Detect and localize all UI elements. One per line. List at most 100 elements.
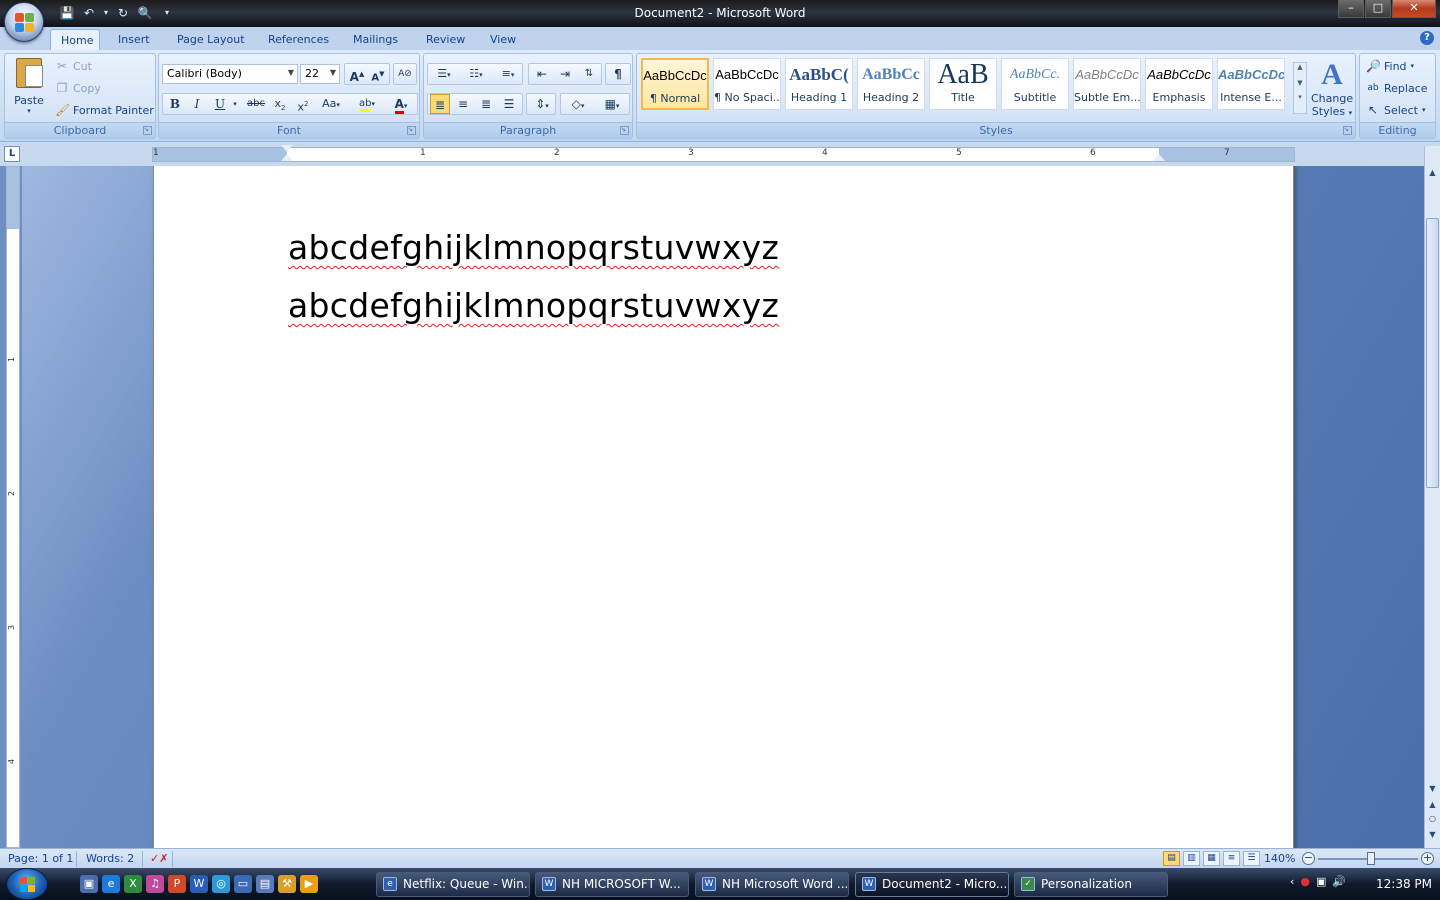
select-button[interactable]: ↖ Select ▾ xyxy=(1366,100,1425,120)
bullets-icon[interactable]: ☰▾ xyxy=(430,64,458,84)
shading-icon[interactable]: ◇▾ xyxy=(563,94,593,114)
font-family-combo[interactable]: Calibri (Body) ▼ xyxy=(162,64,298,84)
cut-button[interactable]: ✂ Cut xyxy=(55,56,92,76)
scroll-up-icon[interactable]: ▲ xyxy=(1426,166,1439,180)
style-subtle-emphasis[interactable]: AaBbCcDc Subtle Em... xyxy=(1073,58,1141,110)
align-right-icon[interactable]: ≣ xyxy=(476,94,496,114)
undo-icon[interactable]: ↶ xyxy=(80,4,98,22)
zoom-slider-knob[interactable] xyxy=(1367,852,1375,865)
tab-home[interactable]: Home xyxy=(50,29,100,50)
multilevel-list-icon[interactable]: ≡▾ xyxy=(494,64,522,84)
scrollbar-thumb[interactable] xyxy=(1426,218,1439,488)
justify-icon[interactable]: ☰ xyxy=(499,94,519,114)
numbering-icon[interactable]: ☷▾ xyxy=(462,64,490,84)
copy-button[interactable]: ❐ Copy xyxy=(55,78,101,98)
taskbar-button-document2[interactable]: W Document2 - Micro... xyxy=(855,872,1009,897)
style-heading-2[interactable]: AaBbCc Heading 2 xyxy=(857,58,925,110)
pilcrow-icon[interactable]: ¶ xyxy=(608,64,628,84)
document-line[interactable]: abcdefghijklmnopqrstuvwxyz xyxy=(288,228,779,267)
font-size-combo[interactable]: 22 ▼ xyxy=(300,64,340,84)
clipboard-launcher-icon[interactable]: ↘ xyxy=(143,126,152,135)
next-page-icon[interactable]: ▼ xyxy=(1426,828,1439,842)
tray-expand-icon[interactable]: ‹ xyxy=(1290,875,1294,888)
taskbar-button-nh-microsoft-word-2[interactable]: W NH Microsoft Word ... xyxy=(695,872,849,897)
vertical-ruler[interactable]: 1 2 3 4 xyxy=(6,166,20,848)
format-painter-button[interactable]: 🖌 Format Painter xyxy=(55,100,154,120)
scroll-up-icon[interactable]: ▲ xyxy=(1294,63,1306,71)
minimize-button[interactable]: – xyxy=(1338,0,1364,18)
style-heading-1[interactable]: AaBbC( Heading 1 xyxy=(785,58,853,110)
zoom-in-icon[interactable]: + xyxy=(1421,852,1434,865)
replace-button[interactable]: ab Replace xyxy=(1366,78,1427,98)
maximize-button[interactable]: □ xyxy=(1365,0,1391,18)
tab-insert[interactable]: Insert xyxy=(108,29,160,50)
search-icon[interactable]: ◎ xyxy=(212,875,230,893)
print-preview-icon[interactable]: 🔍 xyxy=(136,4,154,22)
computer-icon[interactable]: ▭ xyxy=(234,875,252,893)
powerpoint-icon[interactable]: P xyxy=(168,875,186,893)
tab-page-layout[interactable]: Page Layout xyxy=(167,29,255,50)
underline-dropdown-icon[interactable]: ▾ xyxy=(231,94,239,114)
align-left-icon[interactable]: ≣ xyxy=(430,94,450,114)
styles-gallery-scroll[interactable]: ▲ ▼ ▾ xyxy=(1293,62,1307,114)
increase-indent-icon[interactable]: ⇥ xyxy=(554,64,576,84)
document-page[interactable]: abcdefghijklmnopqrstuvwxyz abcdefghijklm… xyxy=(153,166,1294,848)
style-intense-emphasis[interactable]: AaBbCcDc Intense E... xyxy=(1217,58,1285,110)
excel-icon[interactable]: X xyxy=(124,875,142,893)
full-screen-reading-icon[interactable]: ▥ xyxy=(1183,851,1200,866)
align-center-icon[interactable]: ≡ xyxy=(453,94,473,114)
right-indent-marker[interactable] xyxy=(1153,154,1165,161)
font-launcher-icon[interactable]: ↘ xyxy=(407,126,416,135)
taskbar-button-nh-microsoft-word-1[interactable]: W NH MICROSOFT W... xyxy=(535,872,689,897)
volume-icon[interactable]: 🔊 xyxy=(1332,875,1346,888)
web-layout-icon[interactable]: ▦ xyxy=(1203,851,1220,866)
antivirus-icon[interactable]: ● xyxy=(1300,875,1310,888)
clock[interactable]: 12:38 PM xyxy=(1376,877,1432,891)
help-icon[interactable]: ? xyxy=(1420,31,1434,45)
outline-icon[interactable]: ≡ xyxy=(1223,851,1240,866)
undo-dropdown-icon[interactable]: ▾ xyxy=(102,4,110,22)
redo-icon[interactable]: ↻ xyxy=(114,4,132,22)
taskbar-button-netflix[interactable]: e Netflix: Queue - Win... xyxy=(376,872,530,897)
document-line[interactable]: abcdefghijklmnopqrstuvwxyz xyxy=(288,286,779,325)
network-status-icon[interactable]: ▣ xyxy=(1316,875,1326,888)
tab-selector-icon[interactable]: L xyxy=(4,146,20,162)
network-icon[interactable]: ▤ xyxy=(256,875,274,893)
style-subtitle[interactable]: AaBbCc. Subtitle xyxy=(1001,58,1069,110)
highlight-icon[interactable]: ab▾ xyxy=(353,94,381,114)
tab-view[interactable]: View xyxy=(480,29,526,50)
taskbar-button-personalization[interactable]: ✓ Personalization xyxy=(1014,872,1168,897)
zoom-out-icon[interactable]: − xyxy=(1302,852,1315,865)
italic-icon[interactable]: I xyxy=(188,94,206,114)
start-button[interactable] xyxy=(6,868,48,900)
font-color-icon[interactable]: A▾ xyxy=(387,94,415,114)
change-styles-button[interactable]: A Change Styles ▾ xyxy=(1311,58,1353,118)
vertical-scrollbar[interactable]: ▲ ▼ ▲ ○ ▼ xyxy=(1424,146,1440,848)
style-title[interactable]: AaB Title xyxy=(929,58,997,110)
sort-icon[interactable]: ⇅ xyxy=(578,64,600,84)
clear-formatting-icon[interactable]: A⊘ xyxy=(395,64,415,84)
find-button[interactable]: 🔎 Find ▾ xyxy=(1366,56,1414,76)
proofing-icon[interactable]: ✓✗ xyxy=(150,852,168,865)
decrease-indent-icon[interactable]: ⇤ xyxy=(531,64,553,84)
line-spacing-icon[interactable]: ⇕▾ xyxy=(529,94,555,114)
media-player-icon[interactable]: ▶ xyxy=(300,875,318,893)
page-count[interactable]: Page: 1 of 1 xyxy=(8,852,73,865)
styles-launcher-icon[interactable]: ↘ xyxy=(1343,126,1352,135)
print-layout-icon[interactable]: ▤ xyxy=(1163,851,1180,866)
save-icon[interactable]: 💾 xyxy=(58,4,76,22)
shrink-font-icon[interactable]: A▼ xyxy=(368,64,388,84)
zoom-level[interactable]: 140% xyxy=(1264,852,1295,865)
paste-button[interactable]: Paste ▾ xyxy=(9,58,49,118)
media-icon[interactable]: ♫ xyxy=(146,875,164,893)
customize-qat-icon[interactable]: ▾ xyxy=(158,4,176,22)
superscript-icon[interactable]: x2 xyxy=(294,94,312,114)
style-no-spacing[interactable]: AaBbCcDc ¶ No Spaci... xyxy=(713,58,781,110)
draft-icon[interactable]: ☰ xyxy=(1243,851,1260,866)
borders-icon[interactable]: ▦▾ xyxy=(597,94,627,114)
subscript-icon[interactable]: x2 xyxy=(271,94,289,114)
horizontal-ruler[interactable]: 1 1 2 3 4 5 6 7 xyxy=(152,145,1295,162)
tab-review[interactable]: Review xyxy=(416,29,475,50)
grow-font-icon[interactable]: A▲ xyxy=(347,64,367,84)
word-icon[interactable]: W xyxy=(190,875,208,893)
